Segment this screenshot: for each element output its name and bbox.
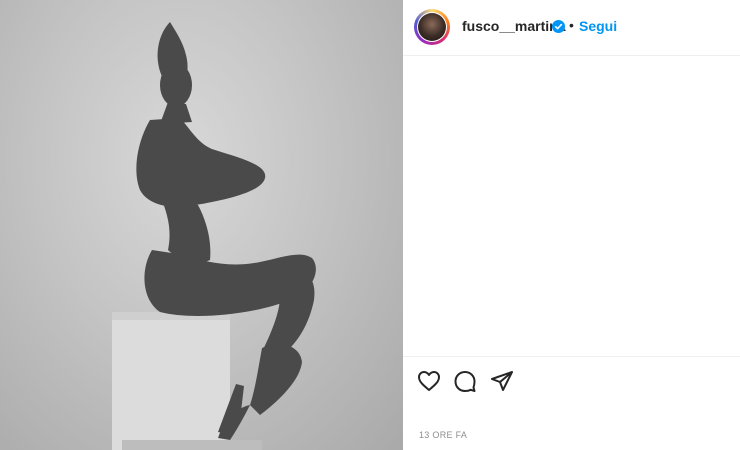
actions-divider: [403, 356, 740, 358]
heart-icon[interactable]: [417, 370, 441, 392]
avatar-story-ring[interactable]: [414, 9, 450, 45]
avatar[interactable]: [417, 12, 447, 42]
follow-button[interactable]: Segui: [579, 18, 617, 34]
comment-icon[interactable]: [453, 370, 477, 392]
verified-badge-icon: [552, 20, 565, 33]
header-separator: •: [569, 17, 574, 33]
photo-box: [112, 312, 230, 450]
post-photo-art: [112, 22, 316, 450]
post-sidebar: fusco__martina • Segui 13 ORE FA: [403, 0, 740, 450]
post-timestamp: 13 ORE FA: [419, 430, 468, 440]
post-photo[interactable]: [0, 0, 403, 450]
username-link[interactable]: fusco__martina: [462, 18, 565, 34]
post-header: fusco__martina • Segui: [403, 0, 740, 56]
send-icon[interactable]: [490, 370, 514, 392]
avatar-photo: [418, 13, 446, 41]
photo-floor-board: [122, 440, 262, 450]
